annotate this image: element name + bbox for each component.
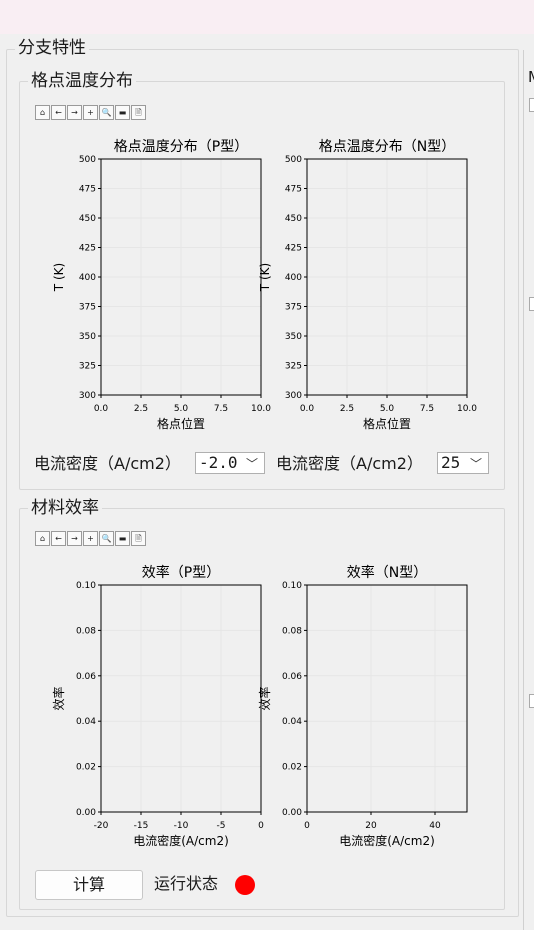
- home-icon[interactable]: ⌂: [35, 105, 50, 120]
- save-icon[interactable]: 🗎: [131, 531, 146, 546]
- pan-icon[interactable]: +: [83, 105, 98, 120]
- calculate-button[interactable]: 计算: [35, 870, 143, 900]
- back-icon[interactable]: ←: [51, 531, 66, 546]
- chevron-down-icon: ﹀: [245, 457, 258, 471]
- current-density-label-p: 电流密度（A/cm2）: [34, 454, 181, 473]
- right-panel-checkbox-1[interactable]: [529, 98, 534, 112]
- zoom-icon[interactable]: 🔍: [99, 531, 114, 546]
- chevron-down-icon: ﹀: [469, 457, 482, 471]
- configure-icon[interactable]: ▬: [115, 531, 130, 546]
- current-density-value-p: -2.0: [199, 453, 238, 472]
- material-efficiency-title: 材料效率: [28, 498, 102, 518]
- forward-icon[interactable]: →: [67, 105, 82, 120]
- back-icon[interactable]: ←: [51, 105, 66, 120]
- current-density-select-n[interactable]: 25 ﹀: [437, 452, 489, 474]
- forward-icon[interactable]: →: [67, 531, 82, 546]
- plot-toolbar-temperature: ⌂ ← → + 🔍 ▬ 🗎: [35, 105, 146, 120]
- home-icon[interactable]: ⌂: [35, 531, 50, 546]
- right-side-panel: [523, 50, 534, 930]
- right-panel-checkbox-2[interactable]: [529, 297, 534, 311]
- right-panel-label: M: [528, 68, 534, 86]
- window-top-bar: [0, 0, 534, 34]
- material-efficiency-group: [19, 508, 505, 910]
- plot-toolbar-efficiency: ⌂ ← → + 🔍 ▬ 🗎: [35, 531, 146, 546]
- temperature-distribution-title: 格点温度分布: [28, 71, 136, 91]
- current-density-label-n: 电流密度（A/cm2）: [276, 454, 423, 473]
- run-status-label: 运行状态: [154, 874, 219, 893]
- right-panel-checkbox-3[interactable]: [529, 694, 534, 708]
- save-icon[interactable]: 🗎: [131, 105, 146, 120]
- zoom-icon[interactable]: 🔍: [99, 105, 114, 120]
- branch-properties-title: 分支特性: [15, 38, 89, 58]
- configure-icon[interactable]: ▬: [115, 105, 130, 120]
- pan-icon[interactable]: +: [83, 531, 98, 546]
- current-density-value-n: 25: [441, 453, 461, 472]
- run-status-indicator: [235, 875, 255, 895]
- temperature-distribution-group: [19, 81, 505, 490]
- current-density-select-p[interactable]: -2.0 ﹀: [195, 452, 265, 474]
